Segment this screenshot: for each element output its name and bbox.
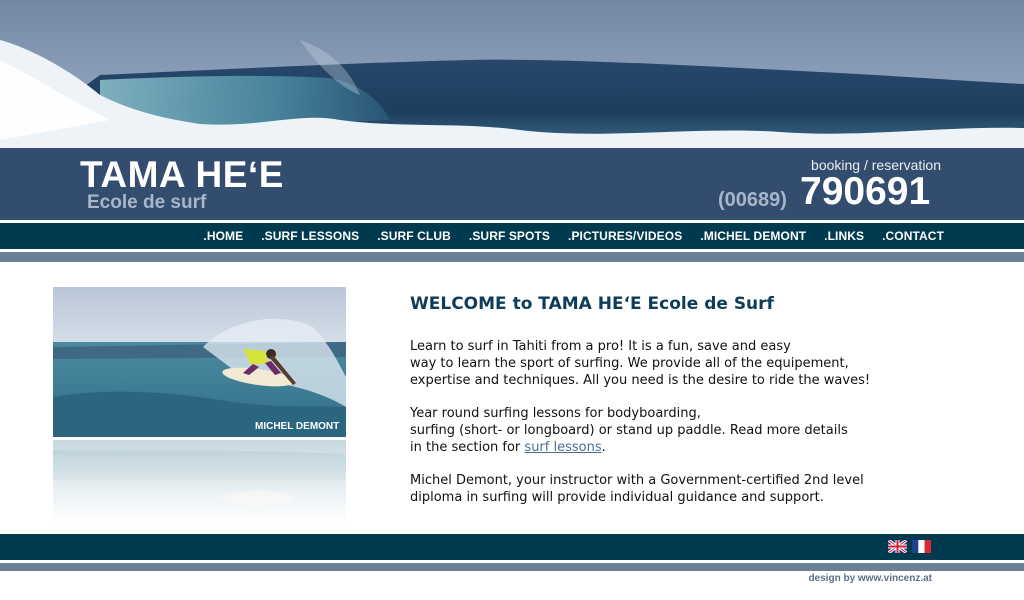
nav-michel-demont[interactable]: .MICHEL DEMONT [700, 229, 806, 243]
lessons-line-1: Year round surfing lessons for bodyboard… [410, 406, 701, 421]
nav-pictures-videos[interactable]: .PICTURES/VIDEOS [568, 229, 682, 243]
intro-line-2: way to learn the sport of surfing. We pr… [410, 355, 849, 371]
main-nav: .HOME .SURF LESSONS .SURF CLUB .SURF SPO… [203, 223, 944, 249]
lessons-line-3-end: . [601, 439, 606, 455]
intro-paragraph: Learn to surf in Tahiti from a pro! It i… [410, 339, 930, 389]
phone-prefix: (00689) [718, 189, 787, 211]
reflection-illustration [53, 440, 346, 522]
logo-subtitle: Ecole de surf [87, 192, 207, 213]
photo-caption: MICHEL DEMONT [255, 421, 340, 432]
surf-lessons-link[interactable]: surf lessons [524, 440, 601, 455]
hero-wave-banner [0, 0, 1024, 148]
phone-number: 790691 [800, 170, 931, 213]
intro-line-1: Learn to surf in Tahiti from a pro! It i… [410, 339, 791, 354]
welcome-heading: WELCOME to TAMA HE‘E Ecole de Surf [410, 294, 774, 314]
wave-illustration [0, 0, 1024, 148]
nav-surf-club[interactable]: .SURF CLUB [377, 229, 451, 243]
nav-links[interactable]: .LINKS [824, 229, 864, 243]
instructor-line-2: diploma in surfing will provide individu… [410, 489, 824, 505]
nav-home[interactable]: .HOME [203, 229, 243, 243]
lessons-line-2: surfing (short- or longboard) or stand u… [410, 422, 848, 438]
nav-surf-lessons[interactable]: .SURF LESSONS [261, 229, 359, 243]
uk-flag-icon[interactable] [888, 540, 907, 553]
nav-surf-spots[interactable]: .SURF SPOTS [469, 229, 550, 243]
surfer-photo-reflection [53, 440, 346, 522]
lessons-line-3-text: in the section for [410, 439, 525, 455]
design-credit-link[interactable]: design by www.vincenz.at [808, 573, 932, 584]
france-flag-icon[interactable] [912, 540, 931, 553]
nav-stripe [0, 252, 1024, 262]
intro-line-3: expertise and techniques. All you need i… [410, 372, 871, 388]
surfer-illustration [53, 287, 346, 437]
lessons-line-3: in the section for surf lessons. [410, 440, 930, 457]
surfer-photo [53, 287, 346, 437]
instructor-paragraph: Michel Demont, your instructor with a Go… [410, 473, 930, 507]
nav-contact[interactable]: .CONTACT [882, 229, 944, 243]
footer-stripe [0, 563, 1024, 571]
lessons-paragraph: Year round surfing lessons for bodyboard… [410, 406, 930, 456]
instructor-line-1: Michel Demont, your instructor with a Go… [410, 473, 864, 488]
logo-title[interactable]: TAMA HE‘E [80, 155, 284, 195]
footer-bar [0, 534, 1024, 560]
